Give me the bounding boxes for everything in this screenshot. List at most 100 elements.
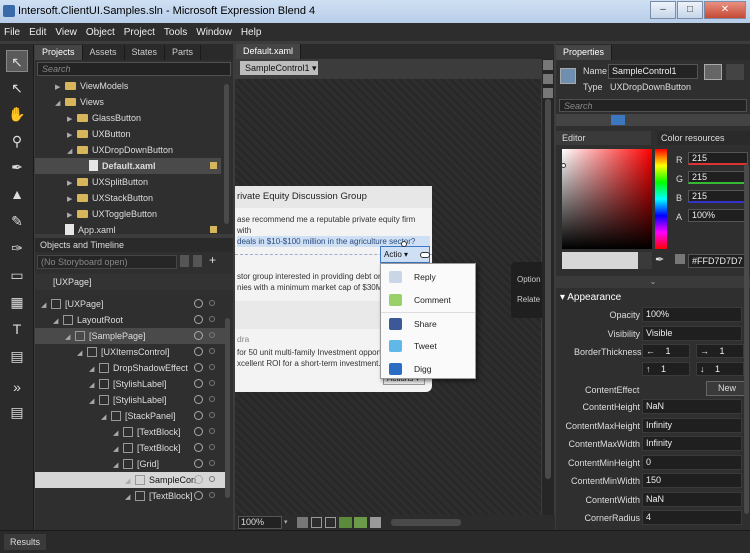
hue-slider[interactable] xyxy=(655,149,667,249)
lock-toggle-icon[interactable] xyxy=(209,316,215,322)
fit-icon[interactable] xyxy=(297,517,308,528)
lock-toggle-icon[interactable] xyxy=(209,444,215,450)
assets-expand-icon[interactable]: » xyxy=(6,376,28,398)
object-tree-item[interactable]: ◢ [Grid] xyxy=(35,456,225,472)
menu-window[interactable]: Window xyxy=(196,27,232,38)
grid-tool-icon[interactable]: ▦ xyxy=(6,291,28,313)
r-field[interactable]: 215 xyxy=(688,152,748,165)
visibility-eye-icon[interactable] xyxy=(194,315,203,324)
artboard-horizontal-scrollbar[interactable] xyxy=(391,519,461,526)
lock-icon[interactable] xyxy=(210,226,217,233)
object-tree-item[interactable]: ◢ [UXItemsControl] xyxy=(35,344,225,360)
property-value-field[interactable]: NaN xyxy=(642,399,742,414)
dropdown-menu-item[interactable]: Share xyxy=(381,312,475,334)
text-tool-icon[interactable]: T xyxy=(6,318,28,340)
add-storyboard-icon[interactable]: + xyxy=(209,253,216,267)
visibility-eye-icon[interactable] xyxy=(194,491,203,500)
eyedropper-tool-icon[interactable]: ✒ xyxy=(6,156,28,178)
menu-file[interactable]: File xyxy=(4,27,20,38)
tab-parts[interactable]: Parts xyxy=(165,45,202,60)
zoom-field[interactable]: 100% xyxy=(238,516,282,529)
editor-tab[interactable]: Editor xyxy=(556,131,651,145)
resize-handle-right[interactable] xyxy=(420,252,430,258)
project-tree-item[interactable]: ◢ UXDropDownButton xyxy=(35,142,221,158)
artboard-view-icon[interactable] xyxy=(543,60,553,70)
pen-tool-icon[interactable]: ✑ xyxy=(6,237,28,259)
visibility-eye-icon[interactable] xyxy=(194,443,203,452)
object-tree-item[interactable]: ◢ DropShadowEffect xyxy=(35,360,225,376)
asset-panel-icon[interactable]: ▤ xyxy=(6,401,28,423)
close-button[interactable]: ✕ xyxy=(704,1,746,19)
lock-toggle-icon[interactable] xyxy=(209,396,215,402)
objects-scrollbar[interactable] xyxy=(225,318,230,498)
lock-toggle-icon[interactable] xyxy=(209,428,215,434)
lock-toggle-icon[interactable] xyxy=(209,348,215,354)
rectangle-tool-icon[interactable]: ▭ xyxy=(6,264,28,286)
projects-search-input[interactable]: Search xyxy=(37,62,231,76)
project-tree-item[interactable]: App.xaml xyxy=(35,222,221,238)
object-tree-item[interactable]: ◢ [StylishLabel] xyxy=(35,376,225,392)
visibility-eye-icon[interactable] xyxy=(194,411,203,420)
direct-select-tool-icon[interactable]: ↖ xyxy=(6,77,28,99)
menu-view[interactable]: View xyxy=(55,27,77,38)
artboard-vertical-scrollbar[interactable] xyxy=(542,59,554,515)
property-value-field[interactable]: 4 xyxy=(642,510,742,525)
visibility-eye-icon[interactable] xyxy=(194,363,203,372)
visibility-eye-icon[interactable] xyxy=(194,379,203,388)
thickness-top-field[interactable]: ↑ 1 xyxy=(642,362,690,376)
snap-lines-icon[interactable] xyxy=(354,517,367,528)
lock-toggle-icon[interactable] xyxy=(209,492,215,498)
object-tree-item[interactable]: ◢ [StylishLabel] xyxy=(35,392,225,408)
storyboard-picker[interactable]: (No Storyboard open) xyxy=(37,255,177,269)
project-tree-item[interactable]: ▶ UXStackButton xyxy=(35,190,221,206)
dropdown-menu-item[interactable]: Tweet xyxy=(381,335,475,357)
dropdown-menu-item[interactable]: Comment xyxy=(381,289,475,311)
visibility-eye-icon[interactable] xyxy=(194,395,203,404)
lock-toggle-icon[interactable] xyxy=(209,332,215,338)
eyedropper-icon[interactable]: ✒ xyxy=(655,253,664,266)
object-tree-item[interactable]: ◢ [StackPanel] xyxy=(35,408,225,424)
thickness-left-field[interactable]: ← 1 xyxy=(642,344,690,358)
property-value-field[interactable]: 0 xyxy=(642,454,742,470)
menu-project[interactable]: Project xyxy=(124,27,155,38)
properties-search-input[interactable]: Search xyxy=(559,99,747,112)
control-tool-icon[interactable]: ▤ xyxy=(6,345,28,367)
g-field[interactable]: 215 xyxy=(688,171,748,184)
breadcrumb-dropdown[interactable]: SampleControl1 ▾ xyxy=(240,61,318,75)
storyboard-close-icon[interactable] xyxy=(193,255,202,267)
zoom-dropdown-icon[interactable]: ▾ xyxy=(284,518,288,526)
maximize-button[interactable]: □ xyxy=(677,1,703,19)
scope-root[interactable]: [UXPage] xyxy=(35,274,233,290)
object-tree-item[interactable]: ◢ [TextBlock] xyxy=(35,440,225,456)
visibility-eye-icon[interactable] xyxy=(194,347,203,356)
dropdown-menu-item[interactable]: Digg xyxy=(381,358,475,380)
thickness-bottom-field[interactable]: ↓ 1 xyxy=(696,362,744,376)
content-effect-new-button[interactable]: New xyxy=(706,381,748,396)
menu-tools[interactable]: Tools xyxy=(164,27,187,38)
color-resources-tab[interactable]: Color resources xyxy=(657,131,750,145)
object-tree-item[interactable]: ◢ [TextBlock] xyxy=(35,424,225,440)
results-tab[interactable]: Results xyxy=(4,534,46,550)
properties-mode-icon[interactable] xyxy=(704,64,722,80)
visibility-eye-icon[interactable] xyxy=(194,299,203,308)
color-picker-field[interactable] xyxy=(562,149,652,249)
projects-scrollbar[interactable] xyxy=(224,84,229,224)
menu-object[interactable]: Object xyxy=(86,27,115,38)
thickness-right-field[interactable]: → 1 xyxy=(696,344,744,358)
tab-properties[interactable]: Properties xyxy=(556,45,613,60)
a-field[interactable]: 100% xyxy=(688,209,748,222)
tab-assets[interactable]: Assets xyxy=(83,45,125,60)
color-picker-cursor[interactable] xyxy=(561,163,566,168)
snap-grid-icon[interactable] xyxy=(325,517,336,528)
project-tree-item[interactable]: ▶ UXButton xyxy=(35,126,221,142)
name-field[interactable]: SampleControl1 xyxy=(608,64,698,79)
object-tree-item[interactable]: ◢ LayoutRoot xyxy=(35,312,225,328)
b-field[interactable]: 215 xyxy=(688,190,748,203)
lock-toggle-icon[interactable] xyxy=(209,476,215,482)
tab-states[interactable]: States xyxy=(125,45,166,60)
tab-default-xaml[interactable]: Default.xaml xyxy=(236,44,302,59)
dropdown-menu-item[interactable]: Reply xyxy=(381,266,475,288)
zoom-tool-icon[interactable]: ⚲ xyxy=(6,130,28,152)
lock-toggle-icon[interactable] xyxy=(209,412,215,418)
property-value-field[interactable]: Infinity xyxy=(642,436,742,451)
